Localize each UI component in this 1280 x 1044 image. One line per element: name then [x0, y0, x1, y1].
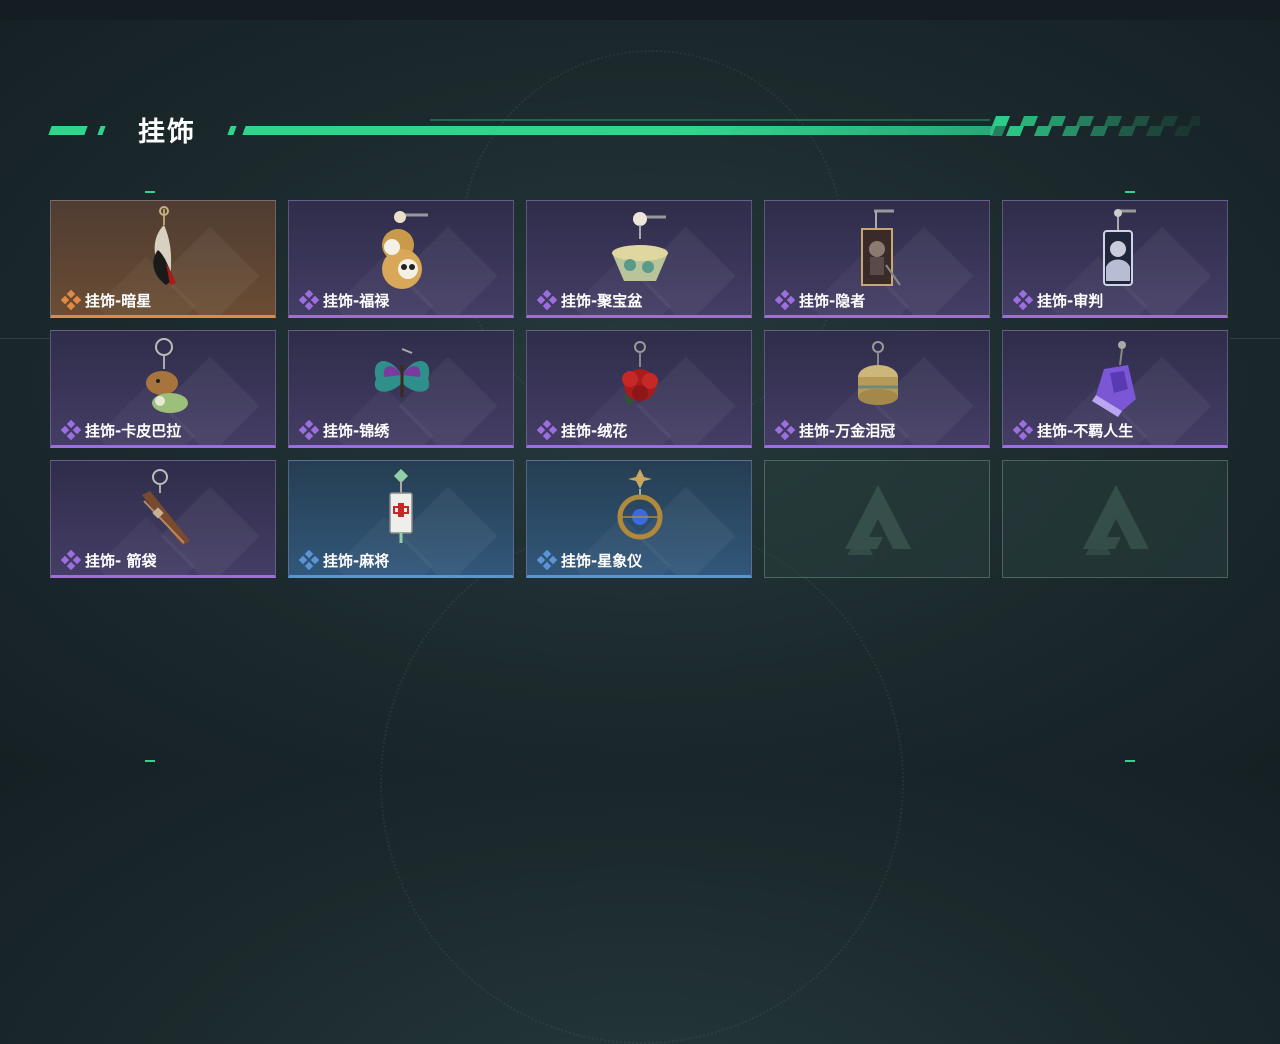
golden-crown-charm-icon: [858, 341, 898, 405]
charm-label: 挂饰-绒花: [537, 420, 627, 440]
empty-slot: [1002, 460, 1228, 578]
rarity-diamond-icon: [1013, 420, 1033, 440]
charm-card[interactable]: 挂饰-暗星: [50, 200, 276, 318]
charm-name: 挂饰-绒花: [561, 421, 628, 440]
rarity-diamond-icon: [537, 420, 557, 440]
rarity-diamond-icon: [299, 420, 319, 440]
capybara-charm-icon: [146, 338, 188, 413]
rarity-diamond-icon: [537, 550, 557, 570]
top-bar: [0, 0, 1280, 20]
rarity-diamond-icon: [775, 420, 795, 440]
butterfly-charm-icon: [374, 348, 430, 397]
charm-card[interactable]: 挂饰-万金泪冠: [764, 330, 990, 448]
charm-name: 挂饰-暗星: [85, 291, 152, 310]
charm-label: 挂饰-锦绣: [299, 420, 389, 440]
corner-tick: [145, 760, 155, 762]
charm-card[interactable]: 挂饰- 箭袋: [50, 460, 276, 578]
header-stripe-left: [48, 126, 88, 135]
charm-label: 挂饰-万金泪冠: [775, 420, 895, 440]
charm-label: 挂饰-审判: [1013, 290, 1103, 310]
charm-name: 挂饰-麻将: [323, 551, 390, 570]
header-stripe-left-small: [97, 126, 106, 135]
rarity-diamond-icon: [775, 290, 795, 310]
charm-label: 挂饰-星象仪: [537, 550, 642, 570]
charm-card[interactable]: 挂饰-麻将: [288, 460, 514, 578]
rarity-diamond-icon: [299, 290, 319, 310]
charm-name: 挂饰-万金泪冠: [799, 421, 896, 440]
charm-name: 挂饰-星象仪: [561, 551, 643, 570]
charm-label: 挂饰- 箭袋: [61, 550, 156, 570]
corner-tick: [1125, 191, 1135, 193]
charm-name: 挂饰-审判: [1037, 291, 1104, 310]
divider-line: [0, 338, 50, 339]
corner-tick: [145, 191, 155, 193]
charm-name: 挂饰-锦绣: [323, 421, 390, 440]
judgement-card-charm-icon: [1103, 209, 1136, 286]
hermit-card-charm-icon: [861, 209, 901, 286]
empty-slot-logo-icon: [1083, 485, 1149, 555]
page-title: 挂饰: [138, 117, 196, 148]
sneaker-charm-icon: [1092, 341, 1136, 417]
charm-card[interactable]: 挂饰-隐者: [764, 200, 990, 318]
header-stripe-main: [242, 126, 996, 135]
background-ring: [380, 520, 904, 1044]
rarity-diamond-icon: [299, 550, 319, 570]
corner-tick: [1125, 760, 1135, 762]
charm-label: 挂饰-隐者: [775, 290, 865, 310]
charm-card[interactable]: 挂饰-绒花: [526, 330, 752, 448]
charm-card[interactable]: 挂饰-聚宝盆: [526, 200, 752, 318]
mahjong-tile-charm-icon: [389, 468, 413, 543]
black-bird-charm-icon: [153, 206, 176, 285]
charm-name: 挂饰-福禄: [323, 291, 390, 310]
section-header: 挂饰: [0, 100, 1280, 160]
charm-card[interactable]: 挂饰-福禄: [288, 200, 514, 318]
charm-card[interactable]: 挂饰-审判: [1002, 200, 1228, 318]
empty-slot: [764, 460, 990, 578]
charm-card[interactable]: 挂饰-卡皮巴拉: [50, 330, 276, 448]
header-thin-line: [430, 119, 990, 121]
rarity-diamond-icon: [61, 420, 81, 440]
rarity-diamond-icon: [61, 290, 81, 310]
header-checker-pattern: [990, 116, 1200, 136]
charm-name: 挂饰- 箭袋: [85, 551, 157, 570]
charm-card[interactable]: 挂饰-不羁人生: [1002, 330, 1228, 448]
quiver-charm-icon: [142, 469, 190, 545]
charm-label: 挂饰-聚宝盆: [537, 290, 642, 310]
rarity-diamond-icon: [537, 290, 557, 310]
charm-name: 挂饰-聚宝盆: [561, 291, 643, 310]
charm-name: 挂饰-隐者: [799, 291, 866, 310]
charm-label: 挂饰-麻将: [299, 550, 389, 570]
astrolabe-charm-icon: [617, 469, 663, 540]
charm-card[interactable]: 挂饰-锦绣: [288, 330, 514, 448]
charm-name: 挂饰-卡皮巴拉: [85, 421, 182, 440]
charm-label: 挂饰-福禄: [299, 290, 389, 310]
empty-slot-logo-icon: [845, 485, 911, 555]
charm-label: 挂饰-暗星: [61, 290, 151, 310]
gourd-panda-charm-icon: [382, 211, 428, 289]
rarity-diamond-icon: [61, 550, 81, 570]
charm-card[interactable]: 挂饰-星象仪: [526, 460, 752, 578]
charm-label: 挂饰-不羁人生: [1013, 420, 1133, 440]
header-stripe-small: [227, 126, 237, 135]
divider-line: [1230, 338, 1280, 339]
charm-label: 挂饰-卡皮巴拉: [61, 420, 181, 440]
treasure-bowl-charm-icon: [612, 212, 668, 281]
charm-name: 挂饰-不羁人生: [1037, 421, 1134, 440]
red-flower-charm-icon: [622, 341, 658, 405]
rarity-diamond-icon: [1013, 290, 1033, 310]
